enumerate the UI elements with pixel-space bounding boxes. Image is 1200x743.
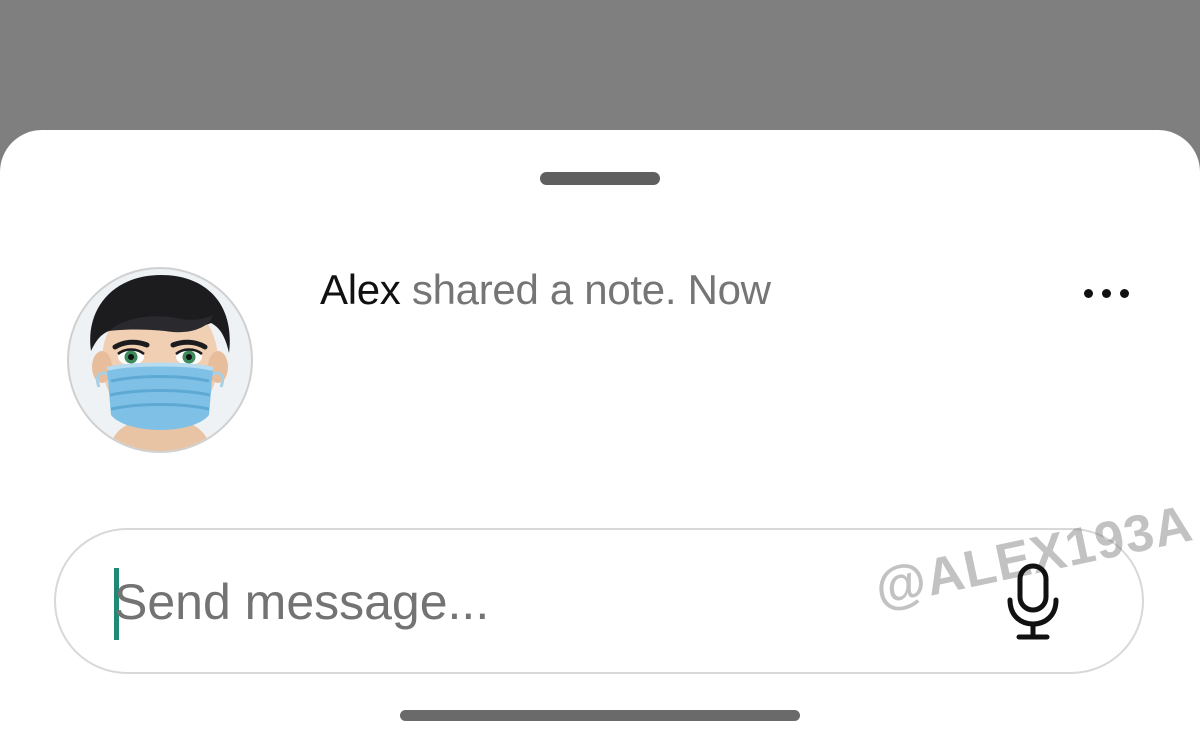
home-indicator[interactable] xyxy=(400,710,800,721)
note-action-text: shared a note. Now xyxy=(400,266,771,313)
microphone-button[interactable] xyxy=(1001,562,1065,642)
message-composer[interactable]: @ALEX193A xyxy=(54,495,1198,674)
masked-avatar-icon xyxy=(90,275,230,451)
avatar[interactable] xyxy=(67,267,253,453)
more-horizontal-icon-dot xyxy=(1101,288,1111,298)
more-horizontal-icon-dot xyxy=(1119,288,1129,298)
sheet-drag-handle[interactable] xyxy=(540,172,660,185)
note-activity-text: Alex shared a note. Now xyxy=(320,266,771,314)
microphone-icon xyxy=(1007,563,1059,640)
more-horizontal-icon xyxy=(1083,288,1093,298)
send-message-input[interactable] xyxy=(114,560,954,644)
note-author-name[interactable]: Alex xyxy=(320,266,401,313)
more-options-button[interactable] xyxy=(1074,278,1138,308)
note-bottom-sheet: Alex shared a note. Now @ALEX193A xyxy=(0,130,1200,743)
